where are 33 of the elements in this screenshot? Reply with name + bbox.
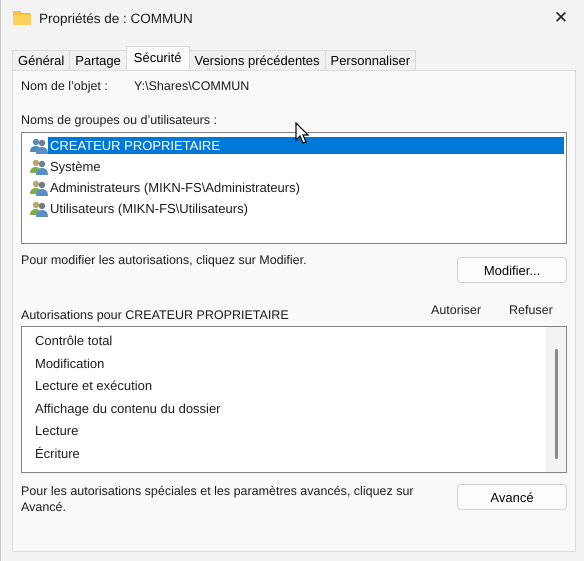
window-title: Propriétés de : COMMUN: [39, 10, 193, 26]
object-path: Y:\Shares\COMMUN: [134, 79, 250, 93]
permission-item: Écriture: [35, 446, 81, 462]
folder-icon: [13, 11, 31, 25]
tab[interactable]: Général: [12, 50, 70, 70]
users-icon: [30, 200, 48, 216]
users-icon: [30, 138, 48, 154]
scrollbar[interactable]: [546, 327, 566, 472]
close-button[interactable]: ✕: [538, 0, 584, 36]
tab[interactable]: Personnaliser: [324, 50, 416, 70]
column-header: Autoriser: [431, 303, 482, 317]
modify-button[interactable]: Modifier...: [457, 257, 567, 283]
groups-label: Noms de groupes ou d’utilisateurs :: [21, 113, 218, 127]
user-list-item[interactable]: Administrateurs (MIKN-FS\Administrateurs): [48, 179, 564, 196]
advanced-hint: Pour les autorisations spéciales et les paramètres avancés, cliquez sur Avancé.: [21, 483, 415, 515]
advanced-button[interactable]: Avancé: [457, 484, 567, 510]
tab[interactable]: Versions précédentes: [188, 50, 326, 70]
object-name-label: Nom de l’objet :: [21, 79, 109, 93]
users-icon: [30, 180, 48, 196]
permission-item: Modification: [35, 356, 106, 372]
users-icon: [30, 158, 48, 174]
tab[interactable]: Partage: [69, 50, 127, 70]
column-header: Refuser: [509, 303, 554, 317]
user-list-item[interactable]: CREATEUR PROPRIETAIRE: [48, 137, 564, 154]
modify-hint: Pour modifier les autorisations, cliquez sur Modifier.: [21, 252, 307, 268]
tab[interactable]: Sécurité: [126, 46, 190, 70]
permission-item: Affichage du contenu du dossier: [35, 400, 222, 418]
user-list-item[interactable]: Utilisateurs (MIKN-FS\Utilisateurs): [48, 200, 564, 217]
permission-item: Lecture: [35, 423, 80, 440]
user-list-item[interactable]: Système: [48, 158, 564, 175]
permissions-title: Autorisations pour CREATEUR PROPRIETAIRE: [21, 308, 290, 322]
permission-item: Lecture et exécution: [35, 378, 154, 395]
permission-item: Contrôle total: [35, 333, 114, 350]
